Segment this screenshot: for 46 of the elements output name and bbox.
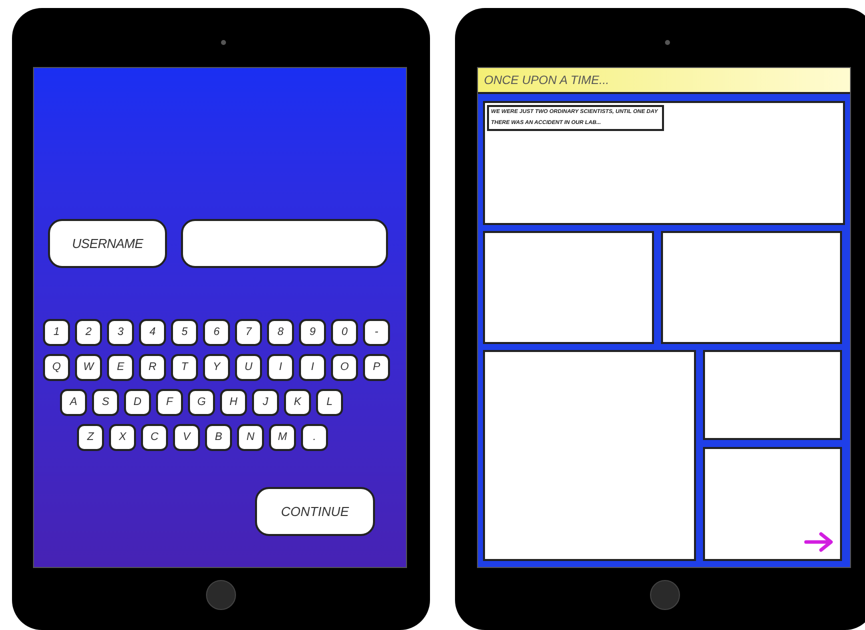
- camera-icon: [221, 40, 226, 45]
- keyboard-key[interactable]: 3: [107, 319, 134, 346]
- keyboard-key[interactable]: 0: [331, 319, 358, 346]
- keyboard-key[interactable]: O: [331, 354, 358, 381]
- keyboard-key[interactable]: H: [220, 389, 247, 416]
- keyboard-key[interactable]: 2: [75, 319, 102, 346]
- keyboard-key[interactable]: G: [188, 389, 215, 416]
- keyboard-key[interactable]: -: [363, 319, 390, 346]
- keyboard-key[interactable]: 6: [203, 319, 230, 346]
- keyboard-key[interactable]: B: [205, 424, 232, 451]
- keyboard-key[interactable]: Y: [203, 354, 230, 381]
- next-arrow-icon[interactable]: [804, 531, 834, 553]
- keyboard-key[interactable]: Z: [77, 424, 104, 451]
- keyboard-key[interactable]: Q: [43, 354, 70, 381]
- keyboard-key[interactable]: I: [267, 354, 294, 381]
- keyboard-key[interactable]: E: [107, 354, 134, 381]
- keyboard-key[interactable]: 4: [139, 319, 166, 346]
- keyboard-key[interactable]: W: [75, 354, 102, 381]
- keyboard-key[interactable]: D: [124, 389, 151, 416]
- keyboard-key[interactable]: I: [299, 354, 326, 381]
- keyboard-key[interactable]: 9: [299, 319, 326, 346]
- keyboard-key[interactable]: L: [316, 389, 343, 416]
- keyboard-key[interactable]: 7: [235, 319, 262, 346]
- keyboard-key[interactable]: C: [141, 424, 168, 451]
- keyboard-key[interactable]: 1: [43, 319, 70, 346]
- keyboard-key[interactable]: M: [269, 424, 296, 451]
- keyboard-key[interactable]: N: [237, 424, 264, 451]
- camera-icon: [665, 40, 670, 45]
- keyboard-key[interactable]: J: [252, 389, 279, 416]
- keyboard-key[interactable]: .: [301, 424, 328, 451]
- comic-title: ONCE UPON A TIME...: [484, 72, 610, 89]
- keyboard-key[interactable]: S: [92, 389, 119, 416]
- keyboard-key[interactable]: R: [139, 354, 166, 381]
- username-field[interactable]: [181, 219, 388, 268]
- username-label: USERNAME: [48, 219, 167, 268]
- continue-button[interactable]: CONTINUE: [255, 487, 375, 536]
- keyboard-key[interactable]: X: [109, 424, 136, 451]
- keyboard-key[interactable]: 5: [171, 319, 198, 346]
- keyboard-key[interactable]: P: [363, 354, 390, 381]
- keyboard-key[interactable]: K: [284, 389, 311, 416]
- keyboard-key[interactable]: T: [171, 354, 198, 381]
- keyboard-key[interactable]: U: [235, 354, 262, 381]
- keyboard-key[interactable]: F: [156, 389, 183, 416]
- keyboard-key[interactable]: V: [173, 424, 200, 451]
- keyboard-key[interactable]: A: [60, 389, 87, 416]
- keyboard-key[interactable]: 8: [267, 319, 294, 346]
